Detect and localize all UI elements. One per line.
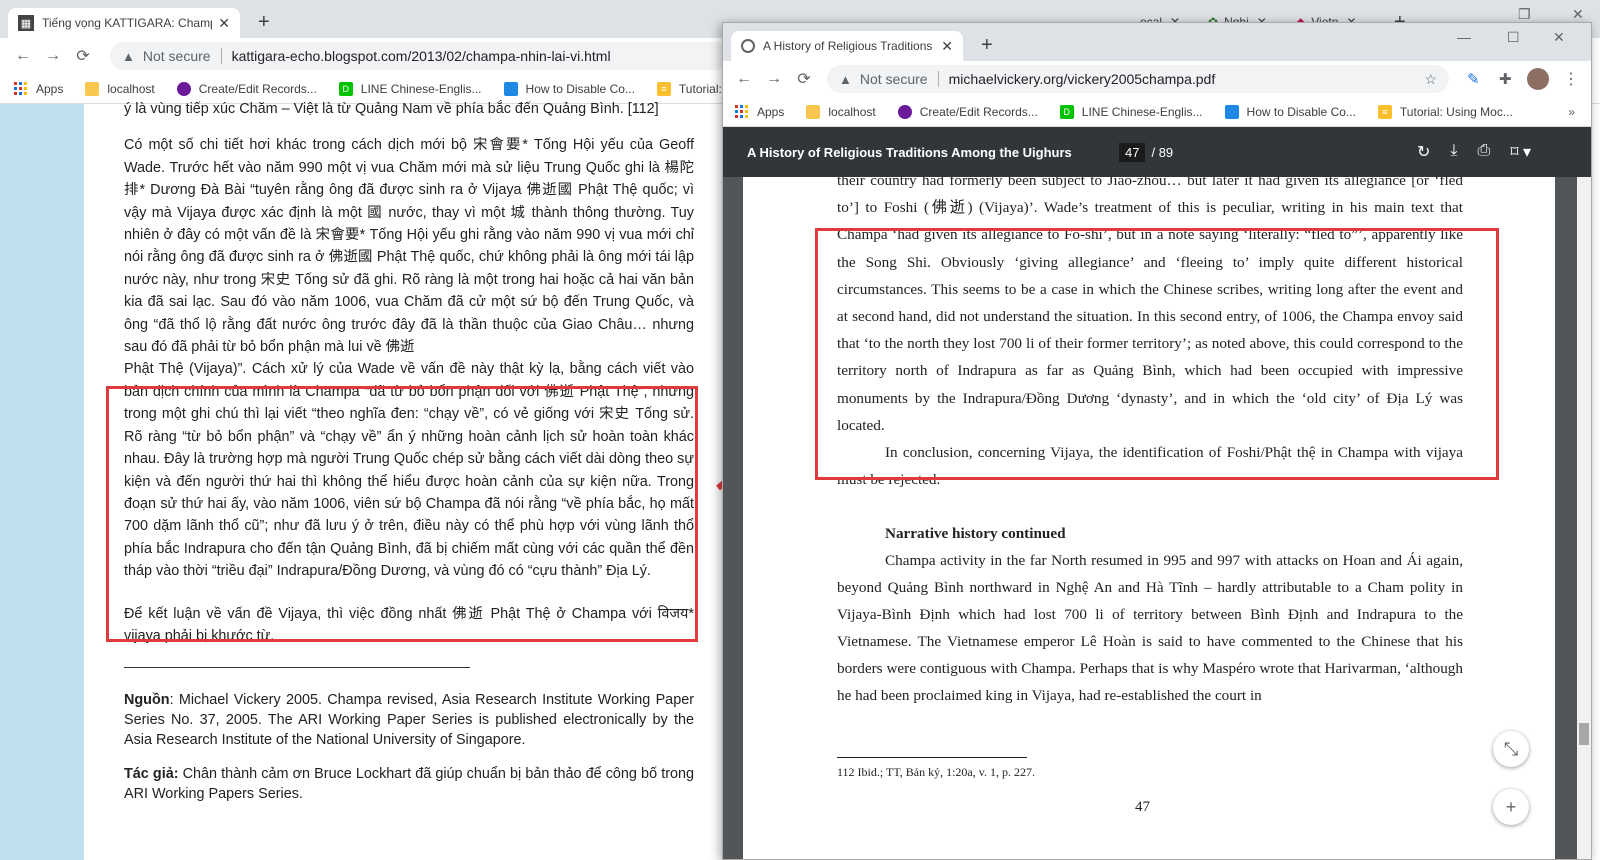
tab-pdf[interactable]: A History of Religious Traditions ✕ [731, 31, 963, 61]
maximize-icon[interactable]: ☐ [1507, 29, 1520, 46]
tab-blog[interactable]: ▦ Tiếng vọng KATTIGARA: Champa ✕ [8, 8, 240, 38]
tutorial-icon: ≡ [1377, 104, 1392, 119]
scrollbar[interactable] [1577, 177, 1591, 859]
menu-dots-icon[interactable]: ⋮ [1563, 69, 1579, 89]
author-note: Tác giả: Chân thành cảm ơn Bruce Lockhar… [124, 766, 694, 803]
minimize-icon[interactable]: — [1457, 29, 1471, 45]
tutorial-icon: ≡ [656, 81, 671, 96]
pdf-browser-window: A History of Religious Traditions ✕ + — … [722, 22, 1592, 860]
reload-icon[interactable]: ⟳ [68, 46, 98, 66]
shield-icon [503, 81, 518, 96]
folder-icon [85, 81, 100, 96]
warning-icon: ▲ [122, 48, 135, 64]
rotate-icon[interactable]: ↻ [1417, 142, 1430, 162]
puzzle-icon[interactable]: ✚ [1499, 70, 1512, 88]
bookmark-apps[interactable]: Apps [735, 104, 784, 119]
globe-icon [897, 104, 912, 119]
pdf-title: A History of Religious Traditions Among … [747, 144, 1072, 160]
forward-arrow-icon[interactable]: → [38, 47, 68, 65]
apps-grid-icon [735, 104, 749, 119]
pdf-paragraph: Champa activity in the far North resumed… [837, 552, 1463, 705]
print-icon[interactable]: ⎙ [1478, 142, 1491, 162]
download-icon[interactable]: ⤓ [1450, 142, 1457, 162]
dict-icon: D [1059, 104, 1074, 119]
blog-favicon-icon: ▦ [18, 15, 34, 31]
globe-icon [176, 81, 191, 96]
forward-arrow-icon[interactable]: → [759, 70, 789, 88]
pdf-heading: Narrative history continued [885, 525, 1066, 543]
pdf-actions: ↻ ⤓ ⎙ ⌑ ▾ [1417, 142, 1531, 162]
pdf-toolbar: A History of Religious Traditions Among … [723, 127, 1591, 177]
back-arrow-icon[interactable]: ← [729, 70, 759, 88]
bookmark-create-edit[interactable]: Create/Edit Records... [897, 104, 1038, 119]
globe-icon [741, 39, 755, 53]
bookmark-disable[interactable]: How to Disable Co... [503, 81, 635, 96]
shield-icon [1224, 104, 1239, 119]
pdf-toolbar-browser: ← → ⟳ ▲ Not secure michaelvickery.org/vi… [723, 61, 1591, 97]
extension-pen-icon[interactable]: ✎ [1467, 70, 1480, 88]
reload-icon[interactable]: ⟳ [789, 69, 819, 89]
bookmark-localhost[interactable]: localhost [806, 104, 876, 119]
scrollbar-thumb[interactable] [1579, 723, 1589, 745]
address-bar[interactable]: ▲ Not secure kattigara-echo.blogspot.com… [110, 42, 730, 70]
avatar[interactable] [1527, 68, 1549, 90]
close-window-icon[interactable]: ✕ [1553, 29, 1565, 46]
restore-icon[interactable]: ❐ [1518, 6, 1531, 23]
bookmark-localhost[interactable]: localhost [85, 81, 155, 96]
back-arrow-icon[interactable]: ← [8, 47, 38, 65]
page-indicator: 47 / 89 [1119, 142, 1174, 162]
bookmark-apps[interactable]: Apps [14, 81, 63, 96]
highlight-box-pdf [815, 228, 1499, 480]
pdf-page: their country had formerly been subject … [743, 177, 1555, 859]
blog-paragraph: Có một số chi tiết hơi khác trong cách d… [124, 137, 694, 356]
footnote-divider [837, 757, 1027, 758]
close-tab-icon[interactable]: ✕ [941, 38, 953, 55]
close-tab-icon[interactable]: ✕ [218, 15, 230, 32]
tab-title: Tiếng vọng KATTIGARA: Champa [42, 16, 213, 30]
url-text: michaelvickery.org/vickery2005champa.pdf [948, 71, 1216, 87]
highlight-box-blog [106, 386, 698, 642]
bookmark-icon[interactable]: ⌑ ▾ [1510, 142, 1531, 162]
new-tab-button[interactable]: + [981, 35, 993, 55]
new-tab-button[interactable]: + [258, 12, 270, 32]
pdf-page-number: 47 [1135, 799, 1150, 815]
bookmark-create-edit[interactable]: Create/Edit Records... [176, 81, 317, 96]
blog-sidebar [0, 104, 84, 860]
address-bar[interactable]: ▲ Not secure michaelvickery.org/vickery2… [827, 65, 1449, 93]
pdf-footnote: 112 Ibid.; TT, Bản kỷ, 1:20a, v. 1, p. 2… [837, 765, 1035, 779]
dict-icon: D [338, 81, 353, 96]
bookmarks-bar: Apps localhost Create/Edit Records... DL… [723, 97, 1591, 127]
tab-title: A History of Religious Traditions [763, 39, 933, 53]
page-input[interactable]: 47 [1119, 142, 1146, 162]
footnote-divider [124, 667, 470, 669]
blog-paragraph: ý là vùng tiếp xúc Chăm – Việt là từ Quả… [124, 101, 659, 117]
bookmark-disable[interactable]: How to Disable Co... [1224, 104, 1356, 119]
bookmark-tutorial[interactable]: ≡ Tutorial: Using Moc... [1377, 104, 1513, 119]
tab-strip: A History of Religious Traditions ✕ + — … [723, 23, 1591, 61]
apps-grid-icon [14, 81, 28, 96]
folder-icon [806, 104, 821, 119]
blog-page: ý là vùng tiếp xúc Chăm – Việt là từ Quả… [0, 101, 722, 860]
more-bookmarks-icon[interactable]: » [1568, 105, 1575, 119]
warning-icon: ▲ [839, 71, 852, 87]
bookmark-line[interactable]: D LINE Chinese-Englis... [338, 81, 482, 96]
close-window-icon[interactable]: ✕ [1572, 6, 1584, 23]
page-total: / 89 [1151, 144, 1174, 160]
zoom-in-icon[interactable]: + [1493, 789, 1529, 825]
source-note: Nguồn: Michael Vickery 2005. Champa revi… [124, 692, 694, 749]
url-text: kattigara-echo.blogspot.com/2013/02/cham… [231, 48, 611, 64]
fit-page-icon[interactable]: ⤡ [1493, 731, 1529, 767]
bookmark-line[interactable]: D LINE Chinese-Englis... [1059, 104, 1203, 119]
star-icon[interactable]: ☆ [1424, 71, 1437, 88]
